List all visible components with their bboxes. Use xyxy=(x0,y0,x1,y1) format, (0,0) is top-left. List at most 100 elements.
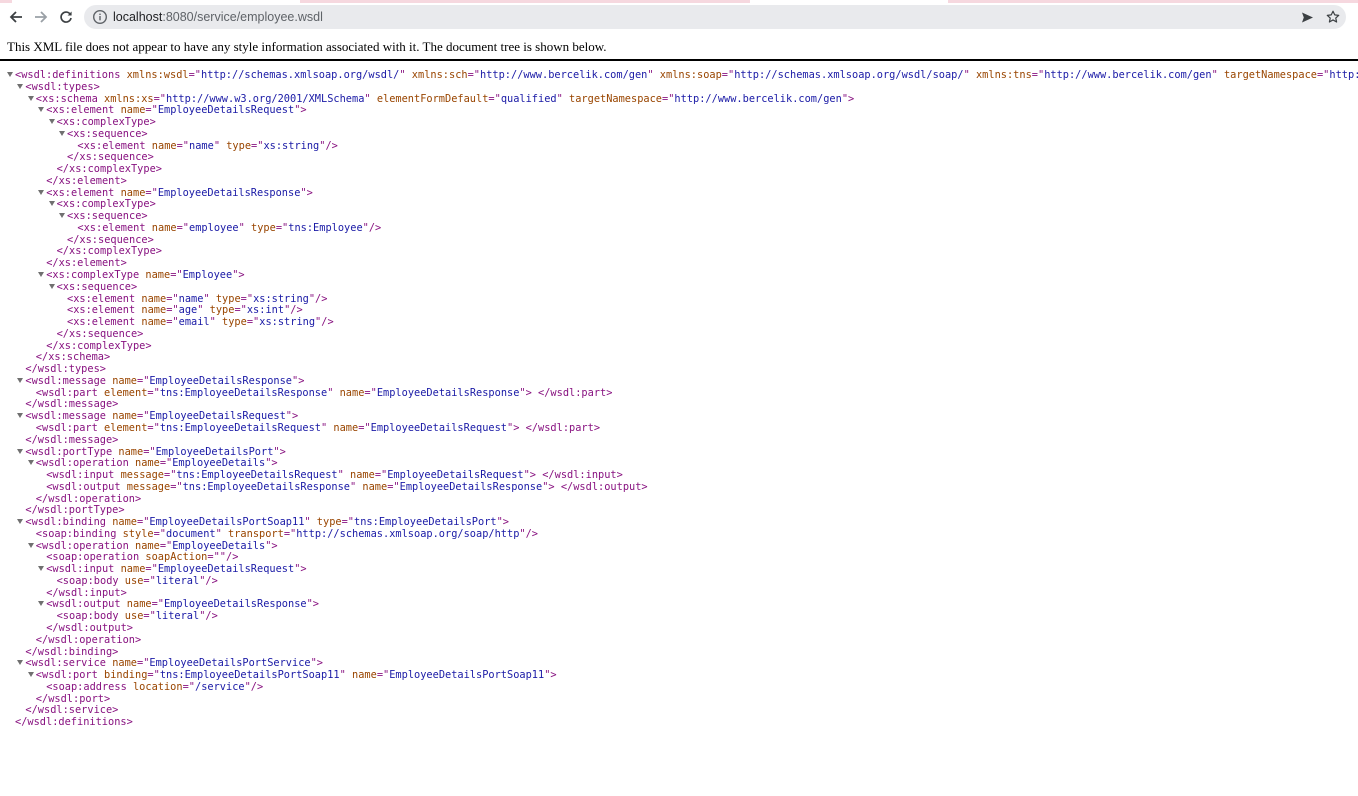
collapse-triangle-icon[interactable] xyxy=(27,672,34,678)
xml-line-text: </wsdl:definitions> xyxy=(15,716,133,729)
xml-tag-text: <wsdl:service xyxy=(25,657,106,670)
collapse-triangle-icon[interactable] xyxy=(27,95,34,101)
xml-attr-value: tns:Employee xyxy=(288,221,363,234)
xml-attr-value: email xyxy=(178,316,210,329)
collapse-triangle-icon[interactable] xyxy=(48,283,55,289)
xml-tag-text: "> xyxy=(265,539,278,552)
collapse-triangle-icon[interactable] xyxy=(17,413,24,419)
collapse-triangle-icon[interactable] xyxy=(17,83,24,89)
xml-tag-text: =" xyxy=(721,69,735,81)
collapse-triangle-icon[interactable] xyxy=(48,201,55,207)
xml-attr-value: /service xyxy=(195,680,245,693)
collapse-triangle-icon[interactable] xyxy=(59,213,65,219)
xml-tag-text: =" xyxy=(176,221,190,234)
xml-attr-name: use xyxy=(124,574,144,587)
xml-attr-name: name xyxy=(126,598,152,611)
xml-tag-text: <wsdl:part xyxy=(35,421,98,434)
xml-attr-name: location xyxy=(132,680,183,693)
xml-tag-text: =" xyxy=(166,316,179,329)
xml-attr-value: EmployeeDetailsRequest xyxy=(387,469,524,482)
xml-tag-text: =" xyxy=(145,186,158,199)
xml-attr-name: name xyxy=(112,657,137,670)
xml-tag-text: =" xyxy=(662,92,675,105)
xml-attr-value: EmployeeDetailsPortService xyxy=(149,657,311,670)
xml-attr-value: xs:int xyxy=(246,304,285,317)
xml-attr-name: element xyxy=(104,386,148,399)
xml-tag-text: =" xyxy=(1316,69,1330,81)
bookmark-button[interactable] xyxy=(1324,7,1342,27)
xml-tag-text: =" xyxy=(283,527,297,540)
xml-attr-value: document xyxy=(166,527,216,540)
send-button[interactable] xyxy=(1298,7,1316,27)
xml-attr-name: xmlns:sch xyxy=(411,69,468,81)
xml-tag-text: =" xyxy=(387,480,400,493)
xml-tag-text: <xs:complexType> xyxy=(56,116,156,129)
xml-attr-value: tns:EmployeeDetailsResponse xyxy=(159,386,328,399)
xml-tag-text: "> xyxy=(544,669,557,682)
collapse-triangle-icon[interactable] xyxy=(38,189,45,195)
xml-tag-text: <xs:element xyxy=(77,221,146,234)
collapse-triangle-icon[interactable] xyxy=(38,107,45,113)
xml-line: <xs:element name="EmployeeDetailsRequest… xyxy=(0,104,1358,117)
collapse-triangle-icon[interactable] xyxy=(17,519,24,525)
xml-attr-name: name xyxy=(333,421,359,434)
xml-line: <wsdl:part element="tns:EmployeeDetailsR… xyxy=(0,386,1358,400)
collapse-triangle-icon[interactable] xyxy=(7,72,13,77)
xml-attr-name: targetNamespace xyxy=(569,92,663,105)
collapse-triangle-icon[interactable] xyxy=(27,542,34,548)
collapse-triangle-icon[interactable] xyxy=(17,377,24,383)
xml-tag-text: <xs:sequence> xyxy=(67,210,148,223)
xml-tag-text: </wsdl:types> xyxy=(25,363,106,376)
xml-tag-text: </wsdl:binding> xyxy=(25,645,119,658)
xml-tag-text: "> xyxy=(265,457,278,470)
url-text[interactable]: localhost:8080/service/employee.wsdl xyxy=(113,9,323,25)
forward-arrow-icon xyxy=(35,11,48,23)
collapse-triangle-icon[interactable] xyxy=(38,566,45,572)
back-button[interactable] xyxy=(3,5,29,29)
xml-line: </wsdl:output> xyxy=(0,622,1358,635)
xml-tag-text: <wsdl:operation xyxy=(35,539,129,552)
xml-tag-text: =" xyxy=(143,445,156,458)
xml-line: <xs:element name="email" type="xs:string… xyxy=(0,316,1358,329)
xml-attr-name: name xyxy=(151,139,177,152)
xml-line-text: <wsdl:part element="tns:EmployeeDetailsR… xyxy=(35,421,600,435)
url-host: localhost xyxy=(113,10,163,24)
collapse-triangle-icon[interactable] xyxy=(17,660,24,666)
collapse-triangle-icon[interactable] xyxy=(48,119,55,125)
xml-attr-name: type xyxy=(209,304,235,317)
address-bar[interactable]: localhost:8080/service/employee.wsdl xyxy=(84,5,1346,29)
xml-tag-text: </xs:sequence> xyxy=(56,327,144,340)
url-path: :8080/service/employee.wsdl xyxy=(162,10,323,24)
collapse-triangle-icon[interactable] xyxy=(59,130,65,136)
xml-tag-text: <xs:sequence> xyxy=(56,280,138,293)
info-icon[interactable] xyxy=(92,9,108,25)
xml-attr-name: style xyxy=(122,527,154,540)
xml-attr-name: name xyxy=(362,480,388,493)
xml-tag-text: "> xyxy=(306,598,320,611)
xml-attr-value: age xyxy=(178,304,198,317)
xml-tag-text: =" xyxy=(137,516,150,529)
forward-button[interactable] xyxy=(28,5,54,29)
xml-attr-value: tns:EmployeeDetailsPortSoap11 xyxy=(159,669,340,682)
collapse-triangle-icon[interactable] xyxy=(38,601,45,607)
xml-attr-value: xs:string xyxy=(253,292,309,305)
collapse-triangle-icon[interactable] xyxy=(27,460,34,466)
xml-attr-value: http://www.bercelik.com/gen xyxy=(1044,69,1212,81)
xml-tag-text: <xs:sequence> xyxy=(67,127,148,140)
collapse-triangle-icon[interactable] xyxy=(38,272,45,278)
xml-attr-value: tns:EmployeeDetailsPort xyxy=(354,516,497,529)
xml-tag-text: "> xyxy=(300,186,313,199)
xml-tag-text: <soap:address xyxy=(46,680,127,693)
xml-tag-text: "> xyxy=(496,516,510,529)
xml-attr-value: EmployeeDetailsPort xyxy=(155,445,274,458)
xml-attr-value: tns:EmployeeDetailsRequest xyxy=(176,469,338,482)
xml-tag-text: <soap:operation xyxy=(46,551,140,564)
xml-attr-value: EmployeeDetailsPortSoap11 xyxy=(389,669,545,682)
collapse-triangle-icon[interactable] xyxy=(17,448,24,454)
xml-tag-text: "/> xyxy=(519,527,539,540)
xml-tag-text: </xs:complexType> xyxy=(56,245,162,258)
xml-attr-value: EmployeeDetailsResponse xyxy=(399,480,543,493)
reload-button[interactable] xyxy=(53,5,79,29)
xml-tag-text: "> xyxy=(294,104,307,117)
xml-attr-name: name xyxy=(112,410,137,423)
